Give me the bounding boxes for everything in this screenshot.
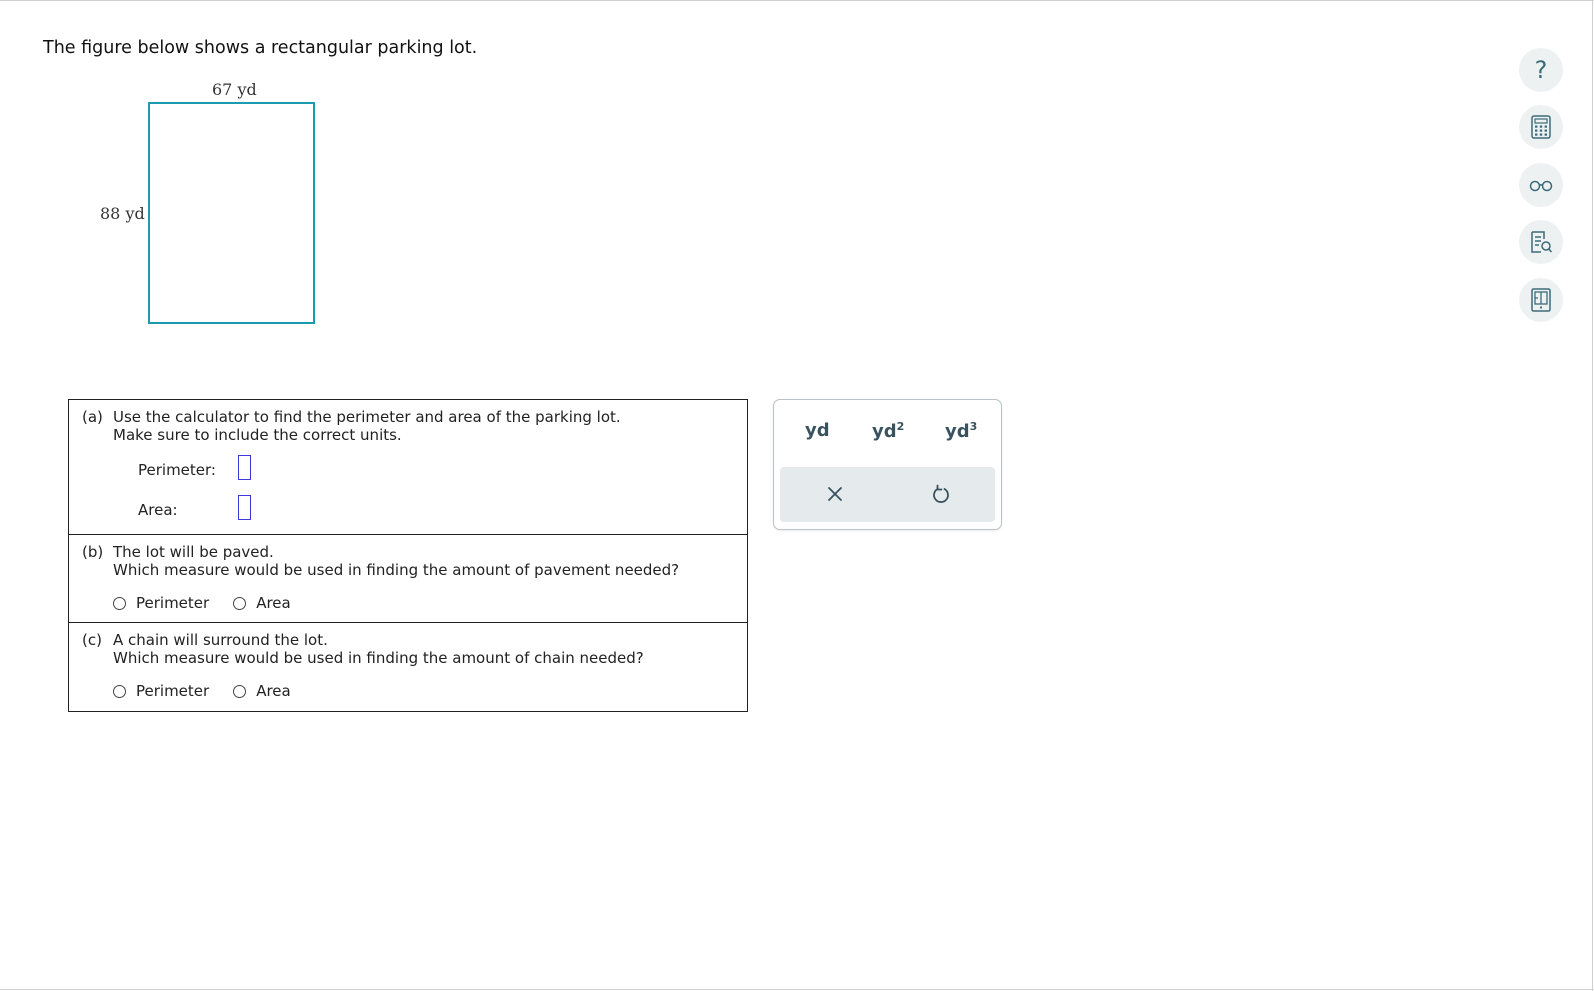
part-b-section: (b) The lot will be paved. Which measure… [69, 535, 747, 623]
perimeter-label: Perimeter: [138, 461, 216, 479]
reading-glasses-button[interactable] [1519, 163, 1563, 207]
unit-yd2-button[interactable]: yd2 [872, 420, 904, 442]
option-label: Perimeter [136, 594, 210, 612]
part-b-line2: Which measure would be used in finding t… [113, 561, 680, 579]
parking-lot-rectangle [148, 102, 315, 324]
right-border [1592, 0, 1593, 991]
part-c-line1: A chain will surround the lot. [113, 631, 328, 649]
option-label: Area [256, 682, 291, 700]
page: The figure below shows a rectangular par… [0, 0, 1594, 991]
area-input[interactable] [238, 495, 251, 520]
clear-icon [828, 487, 842, 501]
part-b-line1: The lot will be paved. [113, 543, 274, 561]
area-label: Area: [138, 501, 178, 519]
unit-base: yd [872, 421, 897, 442]
part-c-section: (c) A chain will surround the lot. Which… [69, 623, 747, 711]
radio-button[interactable] [113, 596, 126, 610]
notes-icon [1531, 231, 1552, 253]
part-c-line2: Which measure would be used in finding t… [113, 649, 644, 667]
undo-icon [933, 484, 949, 503]
unit-base: yd [945, 421, 970, 442]
length-label: 88 yd [100, 204, 145, 223]
calculator-icon [1531, 115, 1551, 139]
unit-exponent: 3 [969, 420, 978, 433]
radio-button[interactable] [233, 684, 247, 698]
option-label: Perimeter [136, 682, 210, 700]
part-a-line2: Make sure to include the correct units. [113, 426, 402, 444]
part-b-area-option[interactable]: Area [233, 594, 291, 612]
radio-button[interactable] [233, 596, 247, 610]
part-a-tag: (a) [82, 408, 103, 426]
part-a-section: (a) Use the calculator to find the perim… [69, 400, 747, 535]
palette-action-bar [780, 467, 995, 522]
question-box: (a) Use the calculator to find the perim… [68, 399, 748, 712]
part-c-tag: (c) [82, 631, 102, 649]
width-label: 67 yd [212, 80, 257, 99]
part-c-area-option[interactable]: Area [233, 682, 291, 700]
glasses-icon [1529, 180, 1553, 192]
option-label: Area [256, 594, 291, 612]
radio-button[interactable] [113, 684, 126, 698]
unit-yd3-button[interactable]: yd3 [945, 420, 977, 442]
calculator-button[interactable] [1519, 105, 1563, 149]
textbook-button[interactable] [1519, 278, 1563, 322]
bottom-border [0, 989, 1594, 990]
help-icon: ? [1534, 56, 1548, 84]
unit-exponent: 2 [896, 420, 905, 433]
perimeter-input[interactable] [238, 455, 251, 480]
top-border [0, 0, 1594, 1]
part-b-perimeter-option[interactable]: Perimeter [113, 594, 209, 612]
part-b-tag: (b) [82, 543, 104, 561]
notes-button[interactable] [1519, 220, 1563, 264]
part-b-options: Perimeter Area [113, 594, 315, 612]
part-c-perimeter-option[interactable]: Perimeter [113, 682, 209, 700]
unit-palette: yd yd2 yd3 [773, 399, 1002, 530]
part-a-line1: Use the calculator to find the perimeter… [113, 408, 621, 426]
textbook-icon [1531, 288, 1551, 312]
part-c-options: Perimeter Area [113, 682, 315, 700]
clear-button[interactable] [821, 479, 849, 509]
unit-base: yd [805, 420, 830, 441]
unit-yd-button[interactable]: yd [805, 420, 830, 441]
undo-button[interactable] [927, 479, 955, 509]
help-button[interactable]: ? [1519, 48, 1563, 92]
question-intro: The figure below shows a rectangular par… [43, 38, 478, 58]
